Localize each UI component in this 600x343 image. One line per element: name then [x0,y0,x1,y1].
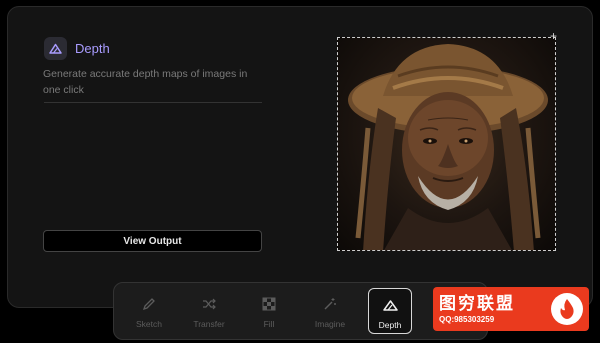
watermark-title: 图穷联盟 [439,293,515,313]
tool-label: Fill [263,319,275,329]
magic-wand-icon [322,296,338,312]
portrait-image [348,44,548,250]
tool-label: Imagine [314,319,346,329]
checker-icon [261,296,277,312]
pencil-icon [141,296,157,312]
feature-description: Generate accurate depth maps of images i… [43,68,248,96]
watermark-subtitle: QQ:985303259 [439,314,495,324]
resize-handle-icon[interactable]: + [550,30,557,42]
tool-label: Depth [378,320,402,330]
image-canvas[interactable] [337,37,556,251]
divider [44,102,262,103]
tool-label: Sketch [136,319,162,329]
page-title: Depth [75,41,110,56]
watermark-badge: 图穷联盟 QQ:985303259 [433,287,589,331]
tool-depth[interactable]: Depth [368,288,412,334]
tool-imagine[interactable]: Imagine [308,288,352,334]
tool-label: Transfer [193,319,225,329]
mountain-icon [44,37,67,60]
tool-transfer[interactable]: Transfer [187,288,231,334]
feature-header: Depth [44,37,110,60]
shuffle-icon [201,296,217,312]
mountain-icon [382,297,398,313]
tool-fill[interactable]: Fill [247,288,291,334]
flame-logo-icon [551,293,583,325]
tool-sketch[interactable]: Sketch [127,288,171,334]
tool-bar: Sketch Transfer Fill Imagine Depth [113,282,488,340]
view-output-button[interactable]: View Output [43,230,262,252]
